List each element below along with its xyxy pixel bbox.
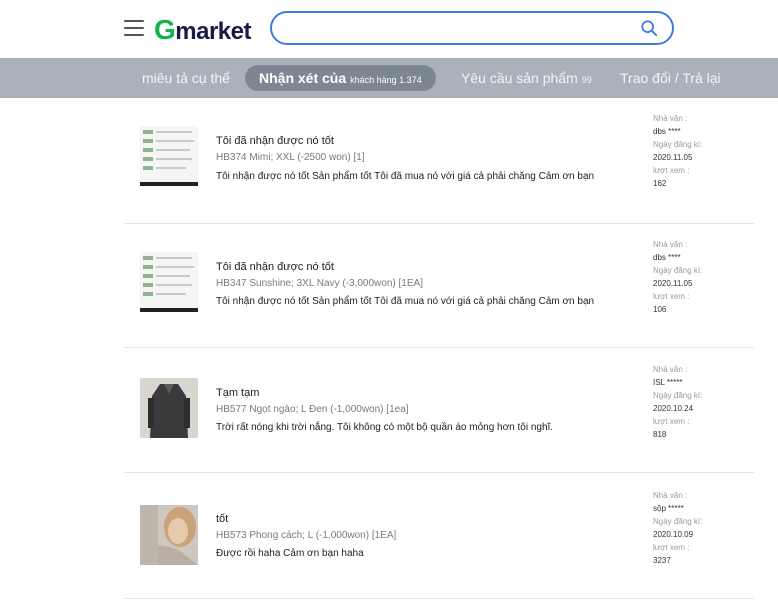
review-item: Tạm tạm HB577 Ngọt ngào; L Đen (-1,000wo… bbox=[124, 347, 754, 473]
views-value: 162 bbox=[653, 179, 667, 188]
tab-product-requests[interactable]: Yêu cầu sản phẩm 99 bbox=[461, 58, 592, 98]
review-thumbnail[interactable] bbox=[140, 378, 198, 438]
review-item: tốt HB573 Phong cách; L (-1,000won) [1EA… bbox=[124, 473, 754, 599]
review-meta: Nhà văn : sộp ***** Ngày đăng kí: 2020.1… bbox=[653, 489, 702, 567]
review-thumbnail[interactable] bbox=[140, 126, 198, 186]
views-value: 106 bbox=[653, 305, 667, 314]
review-title: Tôi đã nhận được nó tốt bbox=[216, 135, 334, 147]
review-item: Tôi đã nhận được nó tốt HB347 Sunshine; … bbox=[124, 222, 754, 348]
review-meta: Nhà văn : dbs **** Ngày đăng kí: 2020.11… bbox=[653, 112, 702, 190]
header: Gmarket bbox=[0, 0, 778, 58]
author-label: Nhà văn : bbox=[653, 491, 688, 500]
gmarket-logo[interactable]: Gmarket bbox=[154, 14, 251, 46]
views-label: lượt xem : bbox=[653, 417, 690, 426]
search-icon[interactable] bbox=[640, 19, 658, 37]
review-meta: Nhà văn : ISL ***** Ngày đăng kí: 2020.1… bbox=[653, 363, 702, 441]
menu-icon[interactable] bbox=[124, 20, 144, 36]
date-value: 2020.11.05 bbox=[653, 153, 693, 162]
author-value: sộp ***** bbox=[653, 504, 684, 513]
review-text: Được rồi haha Cảm ơn bạn haha bbox=[216, 548, 364, 559]
views-value: 818 bbox=[653, 430, 667, 439]
review-thumbnail[interactable] bbox=[140, 505, 198, 565]
tab-bar: miêu tả cụ thể Nhận xét của khách hàng 1.… bbox=[0, 58, 778, 98]
review-meta: Nhà văn : dbs **** Ngày đăng kí: 2020.11… bbox=[653, 238, 702, 316]
tab-exchange-return[interactable]: Trao đổi / Trả lại bbox=[620, 58, 721, 98]
tab-customer-reviews[interactable]: Nhận xét của khách hàng 1.374 bbox=[245, 65, 436, 91]
review-text: Trời rất nóng khi trời nắng. Tôi không c… bbox=[216, 422, 554, 433]
review-title: Tạm tạm bbox=[216, 387, 260, 399]
date-label: Ngày đăng kí: bbox=[653, 391, 703, 400]
date-value: 2020.10.24 bbox=[653, 404, 694, 413]
review-option: HB347 Sunshine; 3XL Navy (-3,000won) [1E… bbox=[216, 278, 423, 289]
views-label: lượt xem : bbox=[653, 292, 690, 301]
author-label: Nhà văn : bbox=[653, 365, 688, 374]
author-value: dbs **** bbox=[653, 127, 681, 136]
review-text: Tôi nhận được nó tốt Sản phẩm tốt Tôi đã… bbox=[216, 171, 595, 182]
review-title: Tôi đã nhận được nó tốt bbox=[216, 261, 334, 273]
date-label: Ngày đăng kí: bbox=[653, 140, 703, 149]
review-item: Tôi đã nhận được nó tốt HB374 Mimi; XXL … bbox=[124, 98, 754, 224]
review-text: Tôi nhận được nó tốt Sản phẩm tốt Tôi đã… bbox=[216, 296, 595, 307]
author-value: dbs **** bbox=[653, 253, 681, 262]
views-value: 3237 bbox=[653, 556, 671, 565]
tab-description[interactable]: miêu tả cụ thể bbox=[142, 58, 230, 98]
views-label: lượt xem : bbox=[653, 166, 690, 175]
date-value: 2020.11.05 bbox=[653, 279, 693, 288]
review-thumbnail[interactable] bbox=[140, 252, 198, 312]
review-option: HB577 Ngọt ngào; L Đen (-1,000won) [1ea] bbox=[216, 404, 409, 415]
search-box[interactable] bbox=[270, 11, 674, 45]
review-title: tốt bbox=[216, 513, 229, 525]
search-input[interactable] bbox=[286, 18, 630, 40]
author-label: Nhà văn : bbox=[653, 114, 688, 123]
views-label: lượt xem : bbox=[653, 543, 690, 552]
date-value: 2020.10.09 bbox=[653, 530, 694, 539]
review-option: HB573 Phong cách; L (-1,000won) [1EA] bbox=[216, 530, 397, 541]
date-label: Ngày đăng kí: bbox=[653, 266, 703, 275]
review-option: HB374 Mimi; XXL (-2500 won) [1] bbox=[216, 152, 365, 163]
author-value: ISL ***** bbox=[653, 378, 683, 387]
date-label: Ngày đăng kí: bbox=[653, 517, 703, 526]
author-label: Nhà văn : bbox=[653, 240, 688, 249]
